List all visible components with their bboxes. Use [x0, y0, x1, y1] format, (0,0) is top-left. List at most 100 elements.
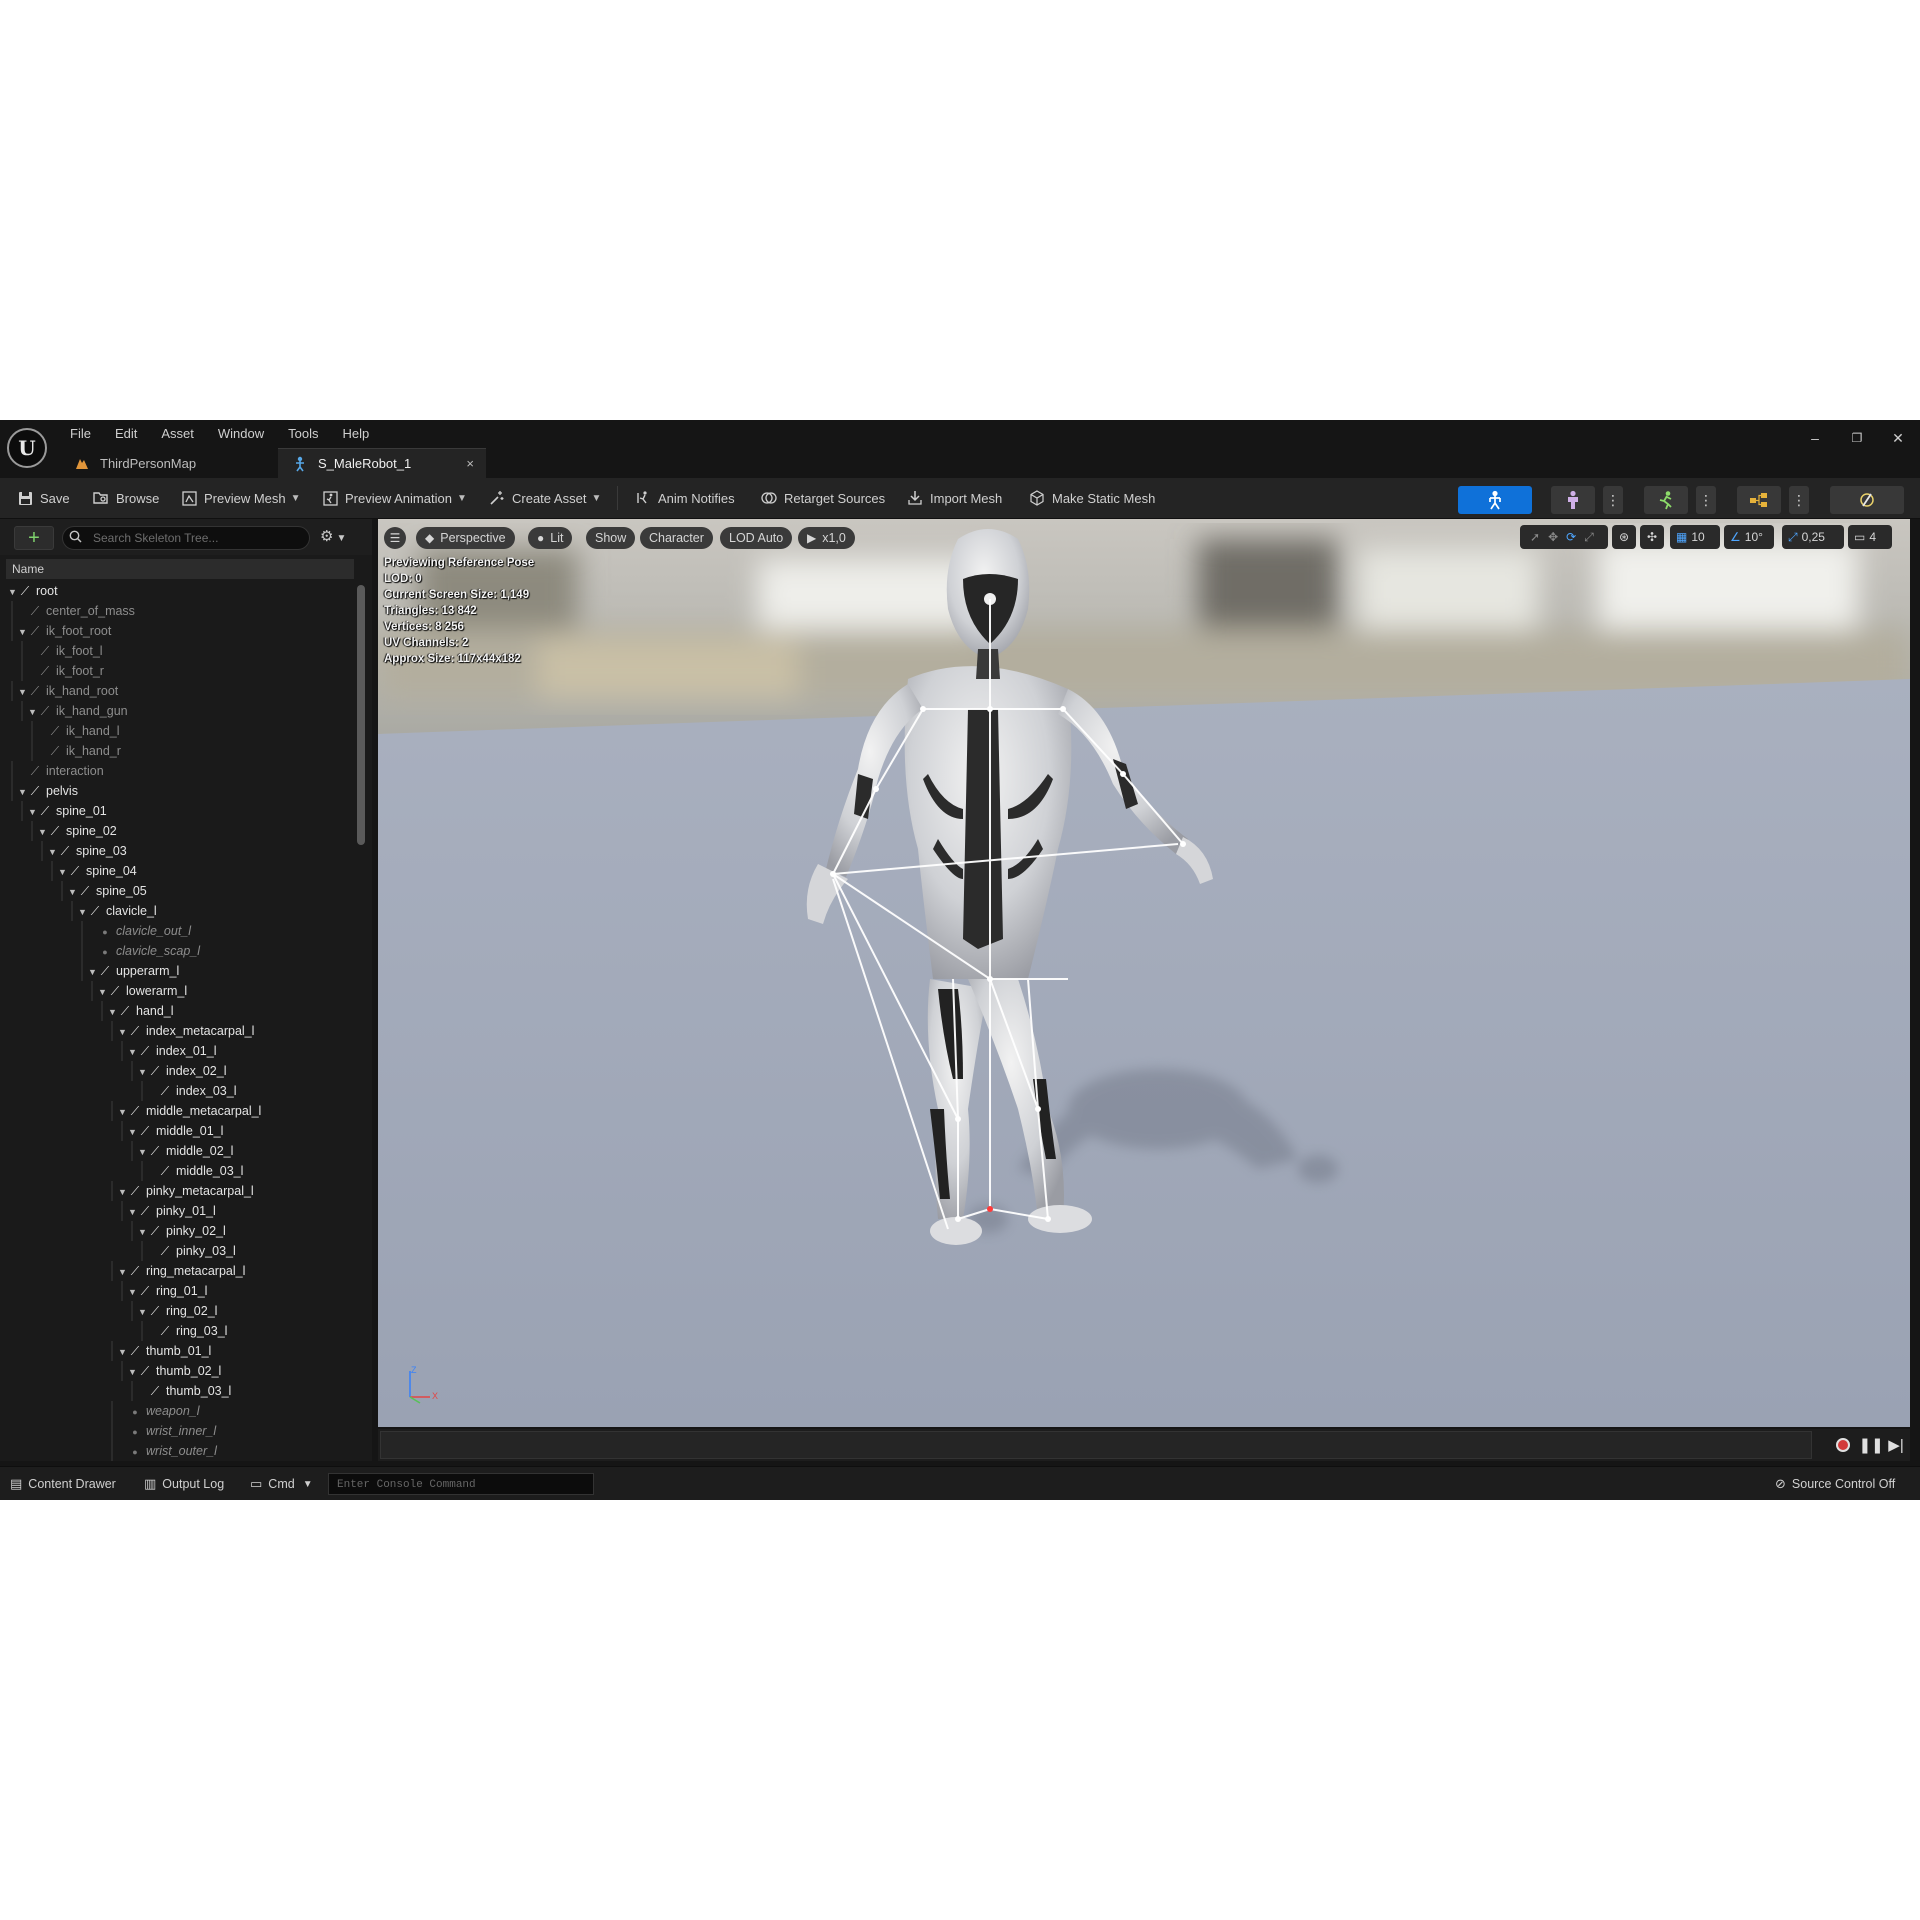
bone-row[interactable]: ▼ ⟋ pelvis [18, 781, 78, 801]
expand-arrow-icon[interactable]: ▼ [128, 1282, 138, 1302]
expand-arrow-icon[interactable]: ▼ [18, 682, 28, 702]
expand-arrow-icon[interactable]: ▼ [118, 1262, 128, 1282]
bone-row[interactable]: ⟋ center_of_mass [18, 601, 135, 621]
bone-row[interactable]: ⟋ ring_03_l [148, 1321, 228, 1341]
mesh-mode-options-button[interactable]: ⋮ [1603, 486, 1623, 514]
menu-edit[interactable]: Edit [103, 422, 149, 446]
grid-snap-button[interactable]: ▦ 10 [1670, 525, 1720, 549]
bone-row[interactable]: ⟋ ik_hand_l [38, 721, 120, 741]
character-menu-button[interactable]: Character [640, 527, 713, 549]
source-control-button[interactable]: ⊘ Source Control Off [1775, 1467, 1895, 1500]
output-log-button[interactable]: ▥ Output Log [144, 1467, 224, 1500]
expand-arrow-icon[interactable]: ▼ [38, 822, 48, 842]
expand-arrow-icon[interactable]: ▼ [128, 1202, 138, 1222]
bone-row[interactable]: ⟋ ik_foot_l [28, 641, 103, 661]
tab-third-person-map[interactable]: ThirdPersonMap [60, 448, 275, 478]
bone-row[interactable]: ⟋ middle_03_l [148, 1161, 244, 1181]
translate-tool-icon[interactable]: ✥ [1548, 530, 1558, 544]
bone-row[interactable]: ▼ ⟋ ik_hand_root [18, 681, 118, 701]
cmd-dropdown[interactable]: ▭ Cmd ▼ [250, 1467, 313, 1500]
local-space-button[interactable]: ⊛ [1612, 525, 1636, 549]
expand-arrow-icon[interactable]: ▼ [138, 1142, 148, 1162]
bone-row[interactable]: ● clavicle_scap_l [88, 941, 200, 961]
expand-arrow-icon[interactable]: ▼ [128, 1122, 138, 1142]
skeleton-mode-button[interactable] [1458, 486, 1532, 514]
close-window-button[interactable]: ✕ [1886, 428, 1910, 448]
expand-arrow-icon[interactable]: ▼ [138, 1302, 148, 1322]
tree-scrollbar[interactable] [357, 585, 365, 845]
bone-row[interactable]: ▼ ⟋ spine_01 [28, 801, 107, 821]
pause-button[interactable]: ❚❚ [1858, 1435, 1883, 1455]
surface-snap-button[interactable]: ✣ [1640, 525, 1664, 549]
expand-arrow-icon[interactable]: ▼ [108, 1002, 118, 1022]
expand-arrow-icon[interactable]: ▼ [58, 862, 68, 882]
bone-row[interactable]: ▼ ⟋ pinky_metacarpal_l [118, 1181, 254, 1201]
minimize-button[interactable]: – [1803, 428, 1827, 448]
menu-help[interactable]: Help [330, 422, 381, 446]
bone-row[interactable]: ▼ ⟋ root [8, 581, 58, 601]
bone-row[interactable]: ▼ ⟋ spine_04 [58, 861, 137, 881]
expand-arrow-icon[interactable]: ▼ [78, 902, 88, 922]
bone-row[interactable]: ▼ ⟋ middle_01_l [128, 1121, 223, 1141]
bone-row[interactable]: ⟋ ik_foot_r [28, 661, 104, 681]
bone-row[interactable]: ▼ ⟋ ring_01_l [128, 1281, 207, 1301]
select-tool-icon[interactable]: ➚ [1530, 530, 1540, 544]
preview-viewport[interactable]: ☰ ◆ Perspective ● Lit Show Character LOD… [378, 519, 1910, 1427]
make-static-mesh-button[interactable]: Make Static Mesh [1028, 478, 1155, 518]
mesh-mode-button[interactable] [1551, 486, 1595, 514]
menu-file[interactable]: File [58, 422, 103, 446]
animation-mode-options-button[interactable]: ⋮ [1696, 486, 1716, 514]
close-tab-icon[interactable]: × [466, 456, 474, 471]
bone-row[interactable]: ▼ ⟋ ring_02_l [138, 1301, 217, 1321]
bone-row[interactable]: ▼ ⟋ thumb_02_l [128, 1361, 221, 1381]
retarget-sources-button[interactable]: Retarget Sources [760, 478, 885, 518]
bone-row[interactable]: ▼ ⟋ spine_02 [38, 821, 117, 841]
expand-arrow-icon[interactable]: ▼ [118, 1342, 128, 1362]
timeline-track[interactable] [380, 1431, 1812, 1459]
bone-row[interactable]: ▼ ⟋ ik_foot_root [18, 621, 111, 641]
bone-row[interactable]: ▼ ⟋ clavicle_l [78, 901, 157, 921]
bone-row[interactable]: ⟋ pinky_03_l [148, 1241, 236, 1261]
step-forward-button[interactable]: ▶| [1886, 1435, 1906, 1455]
expand-arrow-icon[interactable]: ▼ [118, 1022, 128, 1042]
camera-speed-button[interactable]: ▭ 4 [1848, 525, 1892, 549]
add-socket-button[interactable]: + [14, 526, 54, 550]
preview-animation-dropdown[interactable]: Preview Animation ▼ [321, 478, 467, 518]
skeleton-search-box[interactable] [62, 526, 310, 550]
expand-arrow-icon[interactable]: ▼ [138, 1222, 148, 1242]
bone-row[interactable]: ▼ ⟋ thumb_01_l [118, 1341, 211, 1361]
browse-button[interactable]: Browse [92, 478, 159, 518]
bone-row[interactable]: ▼ ⟋ index_01_l [128, 1041, 216, 1061]
bone-row[interactable]: ▼ ⟋ ring_metacarpal_l [118, 1261, 245, 1281]
bone-row[interactable]: ▼ ⟋ index_02_l [138, 1061, 226, 1081]
bone-row[interactable]: ▼ ⟋ pinky_01_l [128, 1201, 216, 1221]
bone-row[interactable]: ▼ ⟋ lowerarm_l [98, 981, 187, 1001]
expand-arrow-icon[interactable]: ▼ [98, 982, 108, 1002]
record-button[interactable] [1833, 1435, 1853, 1455]
content-drawer-button[interactable]: ▤ Content Drawer [10, 1467, 116, 1500]
expand-arrow-icon[interactable]: ▼ [68, 882, 78, 902]
expand-arrow-icon[interactable]: ▼ [118, 1102, 128, 1122]
bone-row[interactable]: ● wrist_inner_l [118, 1421, 216, 1441]
rotate-tool-icon[interactable]: ⟳ [1566, 530, 1576, 544]
viewport-options-button[interactable]: ☰ [384, 527, 406, 549]
console-command-box[interactable] [328, 1473, 594, 1496]
view-mode-button[interactable]: ◆ Perspective [416, 527, 515, 549]
expand-arrow-icon[interactable]: ▼ [118, 1182, 128, 1202]
expand-arrow-icon[interactable]: ▼ [18, 622, 28, 642]
scale-snap-button[interactable]: ⤢ 0,25 [1782, 525, 1844, 549]
show-flags-button[interactable]: Show [586, 527, 636, 549]
bone-row[interactable]: ● wrist_outer_l [118, 1441, 217, 1461]
console-command-input[interactable] [329, 1474, 589, 1496]
lod-button[interactable]: LOD Auto [720, 527, 793, 549]
expand-arrow-icon[interactable]: ▼ [88, 962, 98, 982]
scale-tool-icon[interactable]: ⤢ [1584, 530, 1594, 545]
column-header-name[interactable]: Name [6, 559, 354, 579]
anim-notifies-button[interactable]: Anim Notifies [634, 478, 735, 518]
expand-arrow-icon[interactable]: ▼ [138, 1062, 148, 1082]
bone-row[interactable]: ▼ ⟋ index_metacarpal_l [118, 1021, 254, 1041]
expand-arrow-icon[interactable]: ▼ [128, 1362, 138, 1382]
expand-arrow-icon[interactable]: ▼ [28, 802, 38, 822]
bone-row[interactable]: ▼ ⟋ middle_02_l [138, 1141, 233, 1161]
expand-arrow-icon[interactable]: ▼ [18, 782, 28, 802]
